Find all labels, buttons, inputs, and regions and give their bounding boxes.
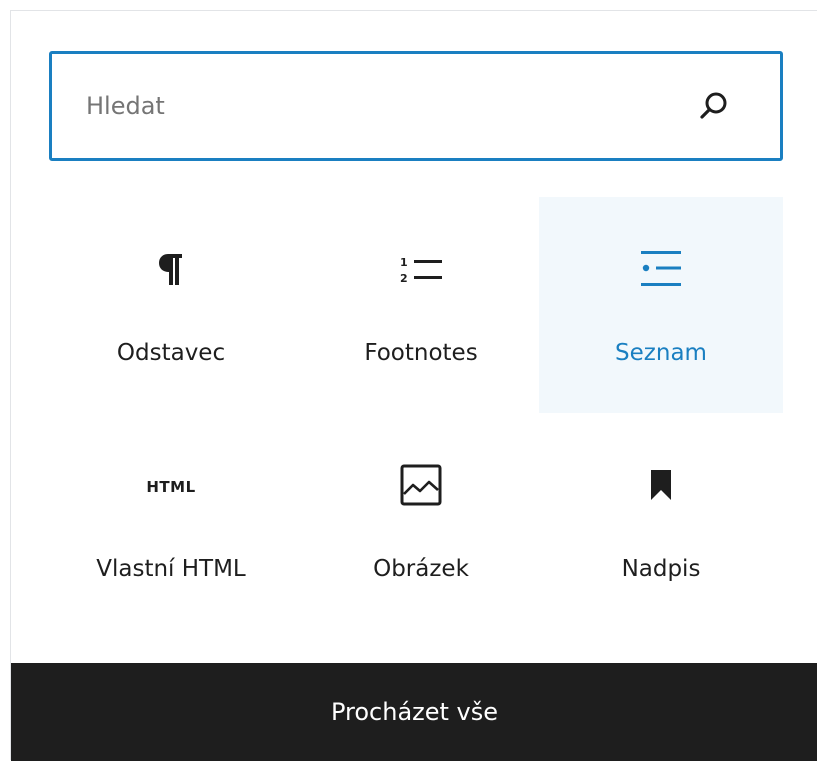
- bookmark-icon: [650, 470, 672, 504]
- block-label: Seznam: [615, 340, 707, 366]
- block-label: Odstavec: [116, 340, 226, 366]
- search-input[interactable]: [86, 54, 686, 158]
- block-image[interactable]: Obrázek: [299, 413, 543, 629]
- block-inserter-panel: Odstavec 1 2 Footnotes: [10, 10, 817, 761]
- block-paragraph[interactable]: Odstavec: [49, 197, 293, 413]
- search-box[interactable]: [49, 51, 783, 161]
- image-icon: [400, 464, 442, 510]
- block-label: Vlastní HTML: [96, 556, 246, 582]
- block-label: Nadpis: [621, 556, 701, 582]
- block-footnotes[interactable]: 1 2 Footnotes: [299, 197, 543, 413]
- block-label: Footnotes: [364, 340, 478, 366]
- block-heading[interactable]: Nadpis: [539, 413, 783, 629]
- paragraph-icon: [158, 252, 184, 290]
- browse-all-button[interactable]: Procházet vše: [11, 663, 817, 761]
- block-list[interactable]: Seznam: [539, 197, 783, 413]
- svg-text:1: 1: [400, 256, 408, 269]
- browse-all-label: Procházet vše: [330, 698, 499, 726]
- svg-text:2: 2: [400, 272, 408, 284]
- bulleted-list-icon: [640, 249, 682, 293]
- search-icon[interactable]: [698, 90, 730, 122]
- html-icon: HTML: [146, 478, 196, 496]
- block-custom-html[interactable]: HTML Vlastní HTML: [49, 413, 293, 629]
- block-label: Obrázek: [373, 556, 469, 582]
- numbered-list-icon: 1 2: [399, 254, 443, 288]
